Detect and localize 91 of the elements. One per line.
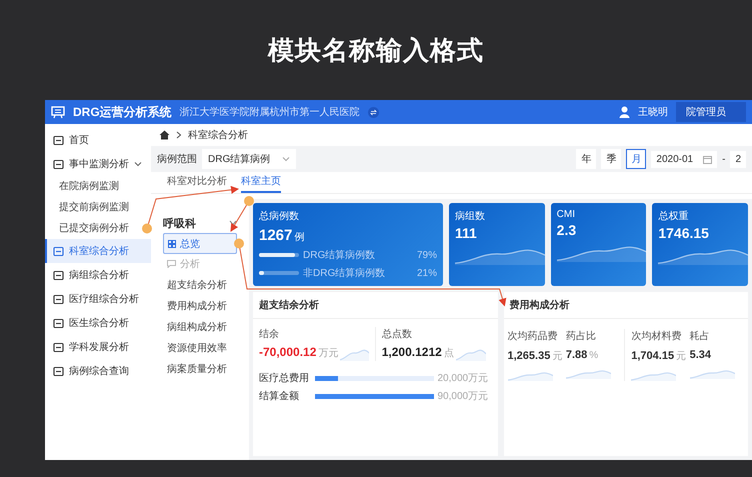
chevron-down-icon[interactable] <box>229 220 237 226</box>
sidebar-item[interactable]: 医生综合分析 <box>45 311 151 335</box>
sidebar-item[interactable]: 学科发展分析 <box>45 335 151 359</box>
chevron-right-icon <box>176 131 182 139</box>
sidebar-item[interactable]: 病例综合查询 <box>45 359 151 383</box>
calendar-icon <box>703 154 712 164</box>
role-select[interactable]: 院管理员 <box>676 102 746 122</box>
metric-label: 耗占 <box>690 330 710 343</box>
bar-label: 医疗总费用 <box>259 372 310 385</box>
period-button[interactable]: 季 <box>601 149 622 169</box>
metric-value: 1,704.15 <box>631 350 674 362</box>
metric-unit: 元 <box>676 350 686 363</box>
sidebar-subitem[interactable]: 已提交病例分析 <box>45 218 151 239</box>
bar-label: 结算金额 <box>259 390 300 403</box>
menu-item-icon <box>53 366 64 376</box>
sidebar-item[interactable]: 事中监测分析 <box>45 152 151 176</box>
breadcrumb-item[interactable]: 科室综合分析 <box>188 128 248 142</box>
metric-label: 次均药品费 <box>508 330 558 343</box>
nav-item[interactable]: 病组构成分析 <box>163 316 237 337</box>
menu-item-icon <box>53 294 64 304</box>
filter-label: 病例范围 <box>157 152 197 166</box>
menu-item-icon <box>53 158 64 170</box>
nav-item[interactable]: 资源使用效率 <box>163 337 237 358</box>
annotation-dot <box>244 196 254 206</box>
sidebar-subitem[interactable]: 在院病例监测 <box>45 176 151 197</box>
metric-value: -70,000.12 <box>259 345 316 359</box>
nav-section-label: 分析 <box>180 258 200 271</box>
metric-label: 次均材料费 <box>631 330 682 343</box>
user-name: 王晓明 <box>638 106 668 119</box>
bar-reading: 90,000万元 <box>438 390 490 403</box>
date-separator: - <box>722 154 726 164</box>
home-icon[interactable] <box>159 130 170 140</box>
sidebar-item[interactable]: 医疗组综合分析 <box>45 287 151 311</box>
menu-item-icon <box>53 134 64 146</box>
stat-label: 总权重 <box>658 210 690 223</box>
chevron-down-icon <box>282 156 290 162</box>
department-name: 呼吸科 <box>163 216 196 230</box>
bar-reading: 20,000万元 <box>438 372 490 385</box>
metric-unit: % <box>589 350 598 361</box>
metric-label: 结余 <box>259 328 279 341</box>
sidebar-item[interactable]: 科室综合分析 <box>45 239 151 263</box>
swap-icon[interactable] <box>368 106 379 118</box>
end-date-field[interactable]: 2 <box>730 150 746 168</box>
nav-item[interactable]: 总览 <box>163 233 237 254</box>
panel-title: 费用构成分析 <box>504 292 748 319</box>
metric-unit: 元 <box>552 350 562 363</box>
summary-label: 总病例数 <box>259 210 300 223</box>
logo-icon <box>51 106 65 118</box>
period-button[interactable]: 月 <box>626 149 646 169</box>
start-date-field[interactable]: 2020-01 <box>651 150 718 168</box>
case-scope-select[interactable]: DRG结算病例 <box>202 149 296 169</box>
annotation-dot <box>234 238 244 248</box>
bar-label: DRG结算病例数 <box>303 248 376 262</box>
stat-value: 2.3 <box>556 222 578 238</box>
metric-label: 药占比 <box>566 330 596 343</box>
chat-icon <box>167 260 176 268</box>
nav-item[interactable]: 病案质量分析 <box>163 358 237 379</box>
stat-label: CMI <box>556 209 576 220</box>
metric-value: 5.34 <box>690 349 712 361</box>
bar-reading: 79% <box>416 250 437 260</box>
bar-label: 非DRG结算病例数 <box>303 266 386 280</box>
metric-unit: 万元 <box>318 347 338 360</box>
sidebar-subitem[interactable]: 提交前病例监测 <box>45 197 151 218</box>
period-button[interactable]: 年 <box>576 149 596 169</box>
user-avatar-icon <box>619 106 630 118</box>
metric-value: 7.88 <box>566 349 588 361</box>
nav-item[interactable]: 费用构成分析 <box>163 295 237 316</box>
annotation-dot <box>142 224 152 234</box>
summary-unit: 例 <box>294 231 304 244</box>
metric-unit: 点 <box>444 346 454 360</box>
menu-item-icon <box>53 270 64 280</box>
nav-item[interactable]: 超支结余分析 <box>163 274 237 295</box>
tab[interactable]: 科室对比分析 <box>167 172 227 193</box>
summary-value: 1267 <box>259 227 292 244</box>
metric-value: 1,200.1212 <box>382 345 442 359</box>
menu-item-icon <box>53 246 64 256</box>
grid-icon <box>168 240 176 248</box>
menu-item-icon <box>53 318 64 328</box>
metric-value: 1,265.35 <box>508 350 550 362</box>
menu-item-icon <box>53 342 64 352</box>
slide-title: 模块名称输入格式 <box>268 34 484 66</box>
sidebar-item[interactable]: 首页 <box>45 128 151 152</box>
app-name: DRG运营分析系统 <box>73 104 172 120</box>
sidebar-item[interactable]: 病组综合分析 <box>45 263 151 287</box>
panel-title: 超支结余分析 <box>253 292 498 319</box>
stat-value: 111 <box>455 225 478 241</box>
stat-value: 1746.15 <box>658 225 710 241</box>
hospital-name: 浙江大学医学院附属杭州市第一人民医院 <box>180 106 360 119</box>
stat-label: 病组数 <box>455 210 486 223</box>
metric-label: 总点数 <box>382 328 412 341</box>
bar-reading: 21% <box>416 268 437 278</box>
